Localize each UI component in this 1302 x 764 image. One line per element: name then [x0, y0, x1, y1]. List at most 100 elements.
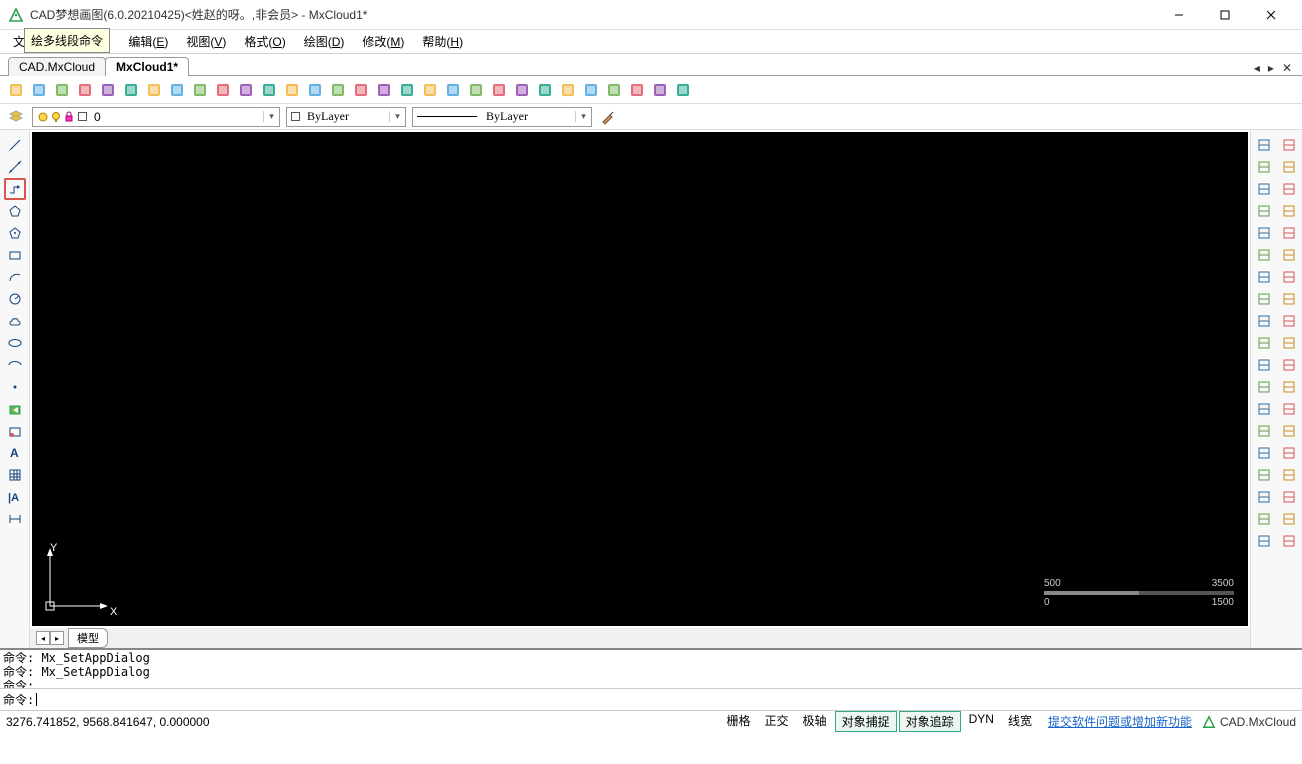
tab-next-icon[interactable]: ▸: [1266, 61, 1276, 75]
measure-icon[interactable]: [213, 80, 233, 100]
crosshair-icon[interactable]: [305, 80, 325, 100]
fillet2-icon[interactable]: [1253, 332, 1275, 354]
image2-icon[interactable]: [489, 80, 509, 100]
tab-close-icon[interactable]: ✕: [1280, 61, 1294, 75]
align-icon[interactable]: [1278, 486, 1300, 508]
menu-h[interactable]: 帮助(H): [419, 33, 466, 50]
line-tool-icon[interactable]: [4, 134, 26, 156]
dim-ord-icon[interactable]: [1253, 530, 1275, 552]
dim-rad-icon[interactable]: [1253, 464, 1275, 486]
chevron-down-icon[interactable]: ▾: [389, 111, 405, 122]
h-tool-icon[interactable]: [1278, 530, 1300, 552]
explode-icon[interactable]: [1278, 398, 1300, 420]
mtext-tool-icon[interactable]: |A: [4, 486, 26, 508]
saveall-icon[interactable]: [98, 80, 118, 100]
wipeout-icon[interactable]: [420, 80, 440, 100]
copy-icon[interactable]: [1253, 134, 1275, 156]
extend-icon[interactable]: [1253, 376, 1275, 398]
mirror-icon[interactable]: [1278, 266, 1300, 288]
dim-dia-icon[interactable]: [1253, 486, 1275, 508]
pencil-icon[interactable]: [328, 80, 348, 100]
tab-model[interactable]: 模型: [68, 628, 108, 648]
save-icon[interactable]: [75, 80, 95, 100]
scale-icon[interactable]: [1278, 288, 1300, 310]
tab-prev-icon[interactable]: ◂: [1252, 61, 1262, 75]
circle-tool-icon[interactable]: [4, 288, 26, 310]
command-input[interactable]: 命令:: [0, 688, 1302, 710]
status-toggle[interactable]: 对象追踪: [899, 711, 961, 732]
open-icon[interactable]: [29, 80, 49, 100]
mirror-h-icon[interactable]: [1278, 156, 1300, 178]
leader-icon[interactable]: [1253, 508, 1275, 530]
text-tool-icon[interactable]: A: [4, 442, 26, 464]
array1-icon[interactable]: [1278, 222, 1300, 244]
maximize-button[interactable]: [1202, 0, 1248, 30]
print-icon[interactable]: [443, 80, 463, 100]
arc-r-icon[interactable]: [1253, 244, 1275, 266]
polygon-tool-icon[interactable]: [4, 200, 26, 222]
dim-tool-icon[interactable]: [4, 508, 26, 530]
menu-m[interactable]: 修改(M): [359, 33, 407, 50]
pline-tool-icon[interactable]: [4, 178, 26, 200]
status-toggle[interactable]: 栅格: [721, 711, 757, 732]
extend2-icon[interactable]: [1278, 376, 1300, 398]
rect-sel-icon[interactable]: [1253, 222, 1275, 244]
layer-icon[interactable]: [397, 80, 417, 100]
move-icon[interactable]: [1278, 178, 1300, 200]
pdf-icon[interactable]: [650, 80, 670, 100]
pan-icon[interactable]: [190, 80, 210, 100]
grid-icon[interactable]: [1253, 266, 1275, 288]
zoomext-icon[interactable]: [236, 80, 256, 100]
refresh-icon[interactable]: [604, 80, 624, 100]
trim-icon[interactable]: [1253, 354, 1275, 376]
copy3-icon[interactable]: [1253, 178, 1275, 200]
zoomall-icon[interactable]: [167, 80, 187, 100]
redo-icon[interactable]: [558, 80, 578, 100]
print2-icon[interactable]: [581, 80, 601, 100]
table-icon[interactable]: [673, 80, 693, 100]
linetype-dropdown[interactable]: ByLayer ▾: [412, 107, 592, 127]
offset-icon[interactable]: [1253, 200, 1275, 222]
menu-d[interactable]: 绘图(D): [301, 33, 348, 50]
insert-tool-icon[interactable]: [4, 420, 26, 442]
copy2-icon[interactable]: [1253, 156, 1275, 178]
dim-ang-icon[interactable]: [1253, 442, 1275, 464]
trim2-icon[interactable]: [1278, 354, 1300, 376]
stretch-icon[interactable]: [1278, 420, 1300, 442]
ellipsearc-tool-icon[interactable]: [4, 354, 26, 376]
align2-icon[interactable]: [1278, 508, 1300, 530]
block-tool-icon[interactable]: [4, 398, 26, 420]
status-toggle[interactable]: 对象捕捉: [835, 711, 897, 732]
zoomprev-icon[interactable]: [259, 80, 279, 100]
rect-tool-icon[interactable]: [4, 244, 26, 266]
point-tool-icon[interactable]: [4, 376, 26, 398]
drawing-canvas[interactable]: Y X 5003500 01500: [32, 132, 1248, 626]
status-toggle[interactable]: DYN: [963, 711, 1000, 732]
menu-e[interactable]: 编辑(E): [125, 33, 171, 50]
color-dropdown[interactable]: ByLayer ▾: [286, 107, 406, 127]
fillet-icon[interactable]: [1278, 310, 1300, 332]
minimize-button[interactable]: [1156, 0, 1202, 30]
chevron-down-icon[interactable]: ▾: [575, 111, 591, 122]
status-toggle[interactable]: 线宽: [1002, 711, 1038, 732]
close-button[interactable]: [1248, 0, 1294, 30]
undo-icon[interactable]: [535, 80, 555, 100]
xline-tool-icon[interactable]: [4, 156, 26, 178]
erase-icon[interactable]: [1278, 134, 1300, 156]
status-toggle[interactable]: 极轴: [797, 711, 833, 732]
image3-icon[interactable]: [512, 80, 532, 100]
zoomrt-icon[interactable]: [282, 80, 302, 100]
model-prev-icon[interactable]: ◂: [36, 631, 50, 645]
feedback-link[interactable]: 提交软件问题或增加新功能: [1048, 713, 1192, 730]
model-next-icon[interactable]: ▸: [50, 631, 64, 645]
dim-lin-icon[interactable]: [1253, 420, 1275, 442]
doc-tab[interactable]: MxCloud1*: [105, 57, 189, 76]
layer-dropdown[interactable]: 0 ▾: [32, 107, 280, 127]
layer-manager-icon[interactable]: [6, 107, 26, 127]
doc-tab[interactable]: CAD.MxCloud: [8, 57, 106, 76]
brush-icon[interactable]: [598, 107, 618, 127]
chamfer-icon[interactable]: [1278, 332, 1300, 354]
mirror2-icon[interactable]: [1253, 288, 1275, 310]
array2-icon[interactable]: [1278, 244, 1300, 266]
new-icon[interactable]: [6, 80, 26, 100]
